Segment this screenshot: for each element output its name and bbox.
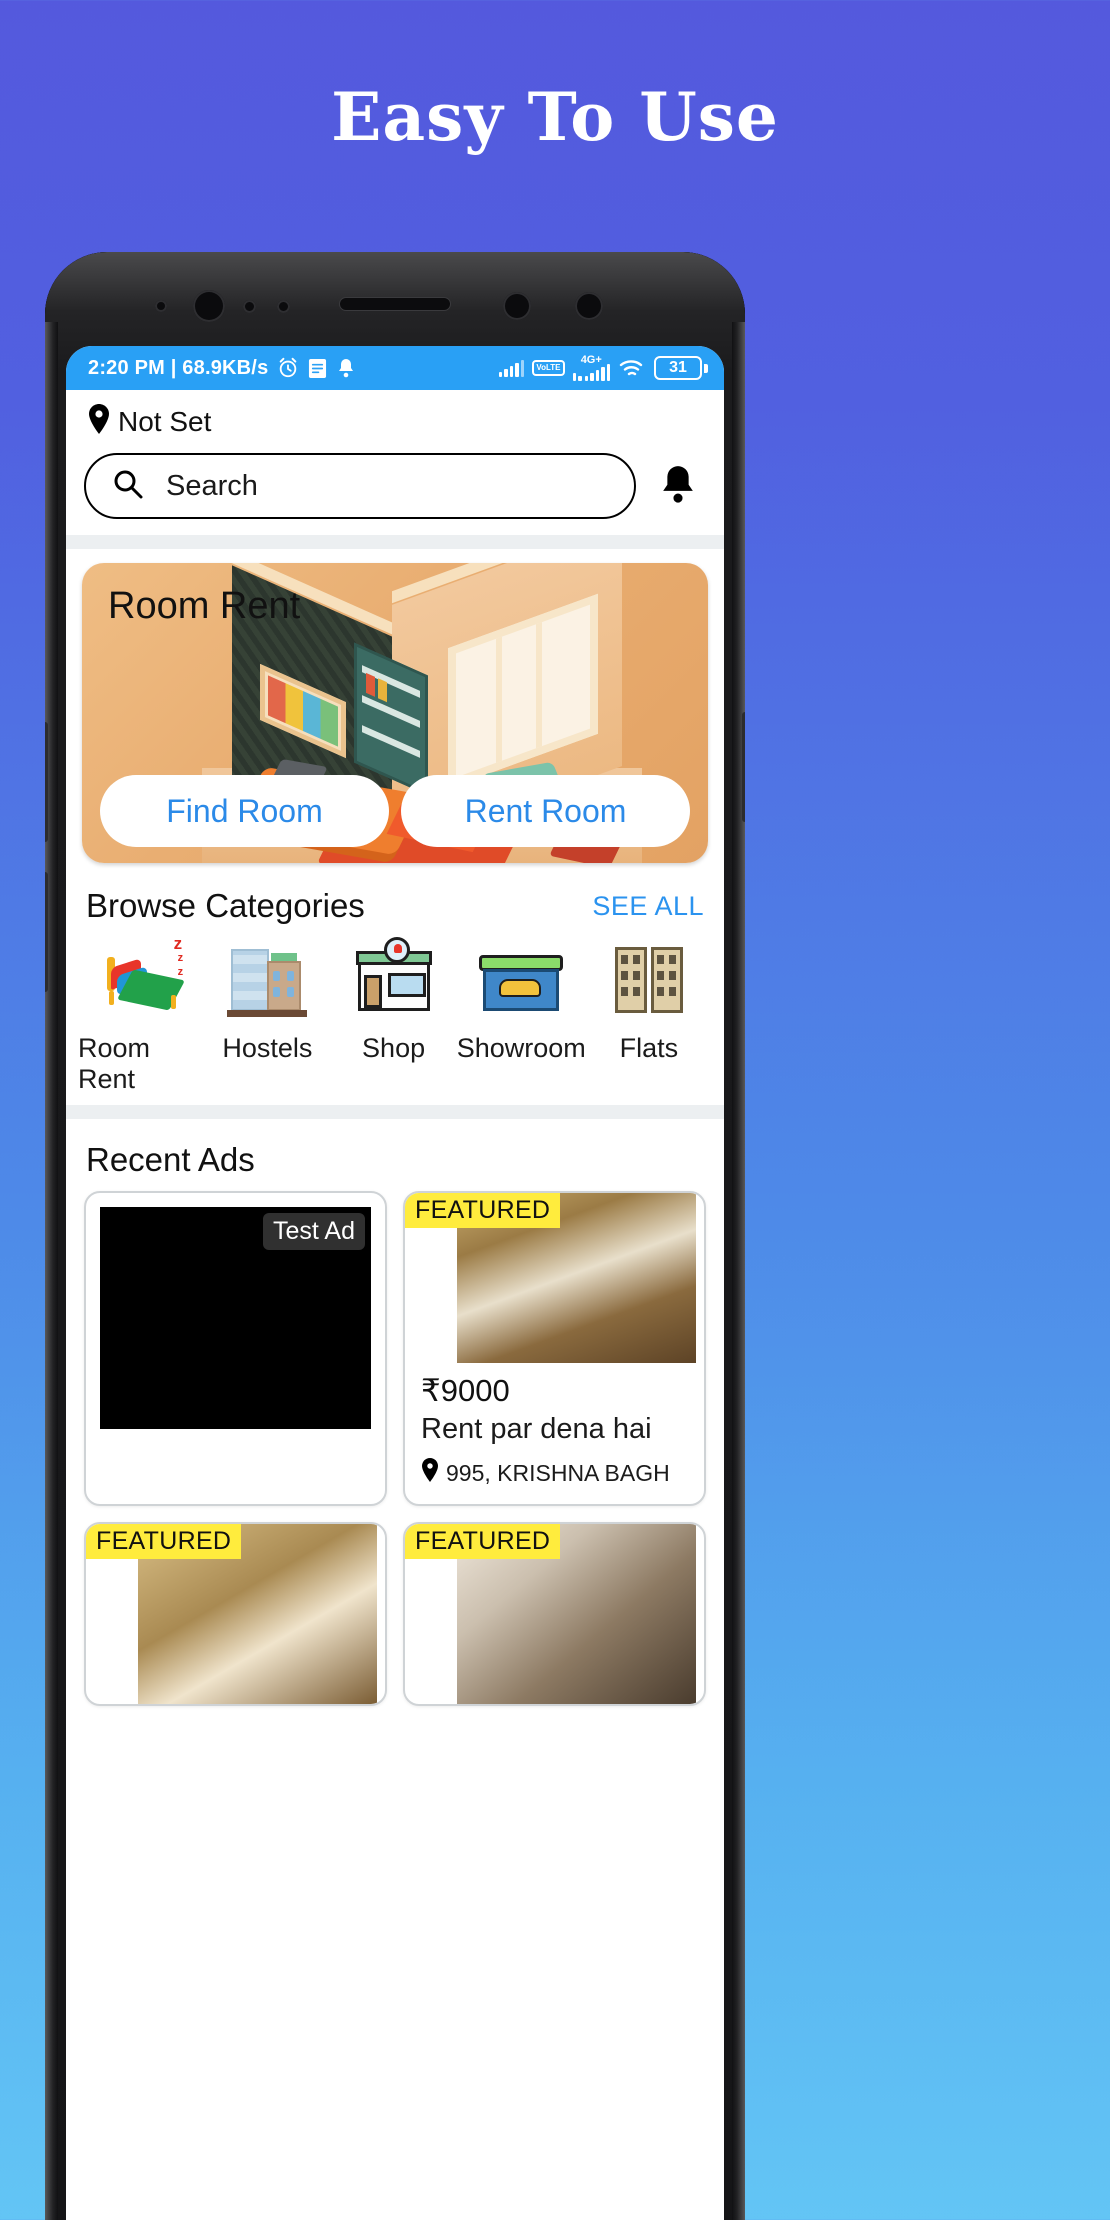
buildings-icon	[223, 935, 311, 1023]
category-item-room-rent[interactable]: zzz Room Rent	[78, 935, 204, 1095]
see-all-button[interactable]: SEE ALL	[592, 891, 704, 922]
wifi-icon	[618, 357, 646, 379]
volume-button	[45, 722, 48, 842]
front-camera-icon	[193, 290, 225, 322]
rent-room-button[interactable]: Rent Room	[401, 775, 690, 847]
phone-left-edge	[45, 322, 58, 2220]
banner-section: Room Rent Find Room Rent Room	[66, 549, 724, 863]
recent-ads-title: Recent Ads	[86, 1141, 255, 1178]
list-icon	[308, 358, 327, 379]
search-icon	[112, 468, 144, 505]
battery-level: 31	[654, 356, 702, 380]
app-header: Not Set Search	[66, 390, 724, 535]
ad-photo: FEATURED	[405, 1193, 704, 1363]
sensor-dot	[155, 300, 167, 312]
front-camera-icon-2	[503, 292, 531, 320]
category-label: Showroom	[456, 1033, 586, 1063]
category-item-flats[interactable]: Flats	[586, 935, 712, 1095]
category-label: Hostels	[222, 1033, 313, 1063]
ad-photo: FEATURED	[405, 1524, 704, 1704]
ad-badge: Test Ad	[263, 1213, 365, 1250]
sensor-dot-3	[277, 300, 290, 313]
category-item-hostels[interactable]: Hostels	[204, 935, 330, 1095]
promo-headline: Easy To Use	[331, 78, 779, 156]
battery-tip	[704, 363, 708, 373]
location-selector[interactable]: Not Set	[84, 404, 706, 439]
category-label: Shop	[362, 1033, 426, 1063]
storefront-icon	[350, 935, 438, 1023]
ad-photo: FEATURED	[86, 1524, 385, 1704]
battery-icon: 31	[654, 356, 708, 380]
recent-ads-grid-row-2: FEATURED FEATURED	[66, 1522, 724, 1706]
signal-bars-icon	[498, 359, 525, 377]
find-room-button[interactable]: Find Room	[100, 775, 389, 847]
room-rent-banner[interactable]: Room Rent Find Room Rent Room	[82, 563, 708, 863]
signal-bars-icon-2	[572, 364, 610, 381]
banner-title: Room Rent	[108, 585, 301, 627]
network-type-icon: 4G+	[572, 355, 610, 381]
earpiece-speaker	[340, 298, 450, 310]
power-button	[742, 712, 745, 822]
volte-icon: VoLTE	[532, 360, 565, 376]
flats-icon	[605, 935, 693, 1023]
ad-price: ₹9000	[421, 1373, 510, 1408]
search-input[interactable]: Search	[84, 453, 636, 519]
status-time-speed: 2:20 PM | 68.9KB/s	[88, 356, 269, 379]
featured-badge: FEATURED	[86, 1524, 242, 1559]
ad-card[interactable]: Test Ad	[84, 1191, 387, 1506]
ad-card[interactable]: FEATURED ₹9000 Rent par dena hai 995, KR…	[403, 1191, 706, 1506]
location-label: Not Set	[118, 405, 212, 437]
phone-mockup: 2:20 PM | 68.9KB/s VoLTE 4G+ 31 Not Set …	[45, 252, 745, 2220]
browse-categories-header: Browse Categories SEE ALL	[66, 863, 724, 931]
ad-card[interactable]: FEATURED	[403, 1522, 706, 1706]
status-bar: 2:20 PM | 68.9KB/s VoLTE 4G+ 31	[66, 346, 724, 390]
category-list: zzz Room Rent Hostels Shop Showroom Flat…	[66, 931, 724, 1105]
bed-icon: zzz	[97, 935, 186, 1023]
search-row: Search	[84, 453, 706, 519]
phone-screen: 2:20 PM | 68.9KB/s VoLTE 4G+ 31 Not Set …	[66, 346, 724, 2220]
category-label: Room Rent	[78, 1033, 151, 1094]
ad-card[interactable]: FEATURED	[84, 1522, 387, 1706]
bell-icon	[336, 357, 356, 379]
category-item-showroom[interactable]: Showroom	[457, 935, 586, 1095]
browse-categories-title: Browse Categories	[86, 887, 365, 924]
bell-icon	[659, 463, 697, 510]
ad-location-label: 995, KRISHNA BAGH	[446, 1459, 670, 1486]
featured-badge: FEATURED	[405, 1193, 561, 1228]
category-item-shop[interactable]: Shop	[330, 935, 456, 1095]
category-label: Flats	[619, 1033, 679, 1063]
signal-bars-secondary	[584, 364, 610, 381]
status-bar-left: 2:20 PM | 68.9KB/s	[88, 357, 356, 380]
search-placeholder: Search	[166, 469, 258, 502]
alarm-icon	[277, 357, 299, 379]
ad-video-thumbnail: Test Ad	[100, 1207, 371, 1429]
banner-buttons: Find Room Rent Room	[100, 775, 690, 847]
recent-ads-grid-row-1: Test Ad FEATURED ₹9000 Rent par dena hai	[66, 1191, 724, 1506]
location-pin-icon	[88, 404, 110, 439]
featured-badge: FEATURED	[405, 1524, 561, 1559]
data-arrows-icon	[572, 364, 582, 381]
phone-right-edge	[732, 322, 745, 2220]
ad-body: ₹9000 Rent par dena hai 995, KRISHNA BAG…	[405, 1363, 704, 1504]
section-divider-2	[66, 1105, 724, 1119]
recent-ads-header: Recent Ads	[66, 1119, 724, 1191]
car-showroom-icon	[477, 935, 565, 1023]
sensor-dot-2	[243, 300, 256, 313]
notification-button[interactable]	[650, 463, 706, 510]
status-bar-right: VoLTE 4G+ 31	[498, 355, 708, 381]
section-divider	[66, 535, 724, 549]
location-pin-icon	[421, 1458, 439, 1488]
volte-label: VoLTE	[536, 363, 561, 372]
ad-description: Rent par dena hai	[421, 1413, 652, 1445]
sensor-dot-4	[575, 292, 603, 320]
ad-location: 995, KRISHNA BAGH	[421, 1458, 688, 1488]
volume-button-2	[45, 872, 48, 992]
